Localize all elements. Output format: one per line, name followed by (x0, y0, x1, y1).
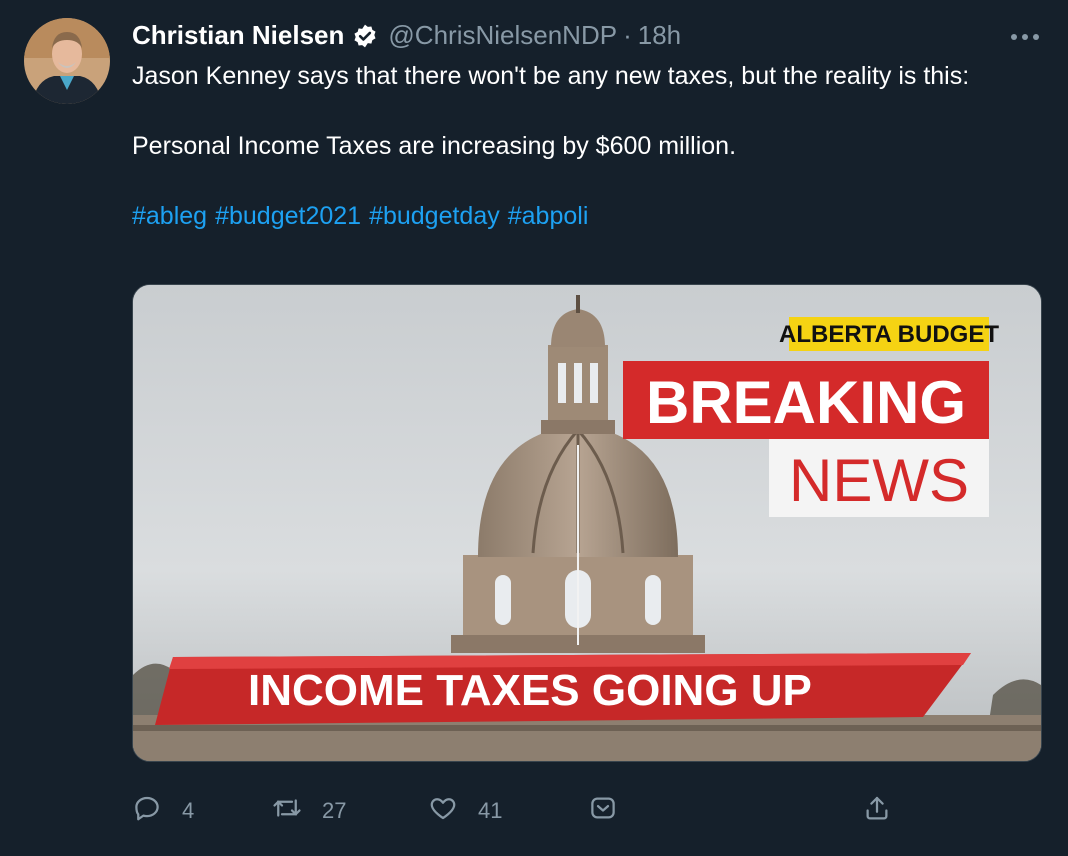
tweet-line-2: Personal Income Taxes are increasing by … (132, 132, 737, 160)
hashtag-link[interactable]: #abpoli (508, 202, 589, 230)
tweet-line-1: Jason Kenney says that there won't be an… (132, 62, 970, 90)
share-icon (862, 793, 892, 829)
author-handle[interactable]: @ChrisNielsenNDP (388, 20, 617, 51)
hashtag-link[interactable]: #budgetday (369, 202, 500, 230)
reply-icon (132, 793, 162, 829)
hashtag-link[interactable]: #budget2021 (215, 202, 361, 230)
hashtags: #ableg #budget2021 #budgetday #abpoli (132, 200, 1032, 232)
reply-count: 4 (182, 798, 195, 823)
bookmark-icon (588, 793, 618, 829)
retweet-icon (272, 793, 302, 829)
tweet-text: Jason Kenney says that there won't be an… (132, 60, 1032, 232)
verified-icon (352, 23, 378, 49)
reply-button[interactable]: 4 (132, 793, 194, 829)
media-tag-text: ALBERTA BUDGET (779, 321, 999, 348)
author-name[interactable]: Christian Nielsen (132, 20, 344, 51)
news-text: NEWS (789, 447, 969, 514)
hashtag-link[interactable]: #ableg (132, 202, 207, 230)
avatar[interactable] (24, 18, 110, 104)
like-icon (428, 793, 458, 829)
tweet-image[interactable]: ALBERTA BUDGET BREAKING NEWS INCOME TAXE… (132, 284, 1042, 762)
tweet: Christian Nielsen @ChrisNielsenNDP · 18h… (0, 0, 1068, 856)
like-count: 41 (478, 798, 503, 823)
timestamp[interactable]: 18h (638, 20, 681, 51)
breaking-text: BREAKING (646, 369, 966, 436)
banner-text: INCOME TAXES GOING UP (248, 666, 812, 715)
retweet-count: 27 (322, 798, 347, 823)
more-icon[interactable] (1010, 18, 1040, 49)
tweet-actions: 4 27 41 (132, 793, 912, 833)
share-button[interactable] (862, 793, 892, 829)
bookmark-button[interactable] (588, 793, 618, 829)
retweet-button[interactable]: 27 (272, 793, 346, 829)
separator: · (623, 20, 632, 50)
tweet-header: Christian Nielsen @ChrisNielsenNDP · 18h (132, 20, 681, 51)
like-button[interactable]: 41 (428, 793, 502, 829)
